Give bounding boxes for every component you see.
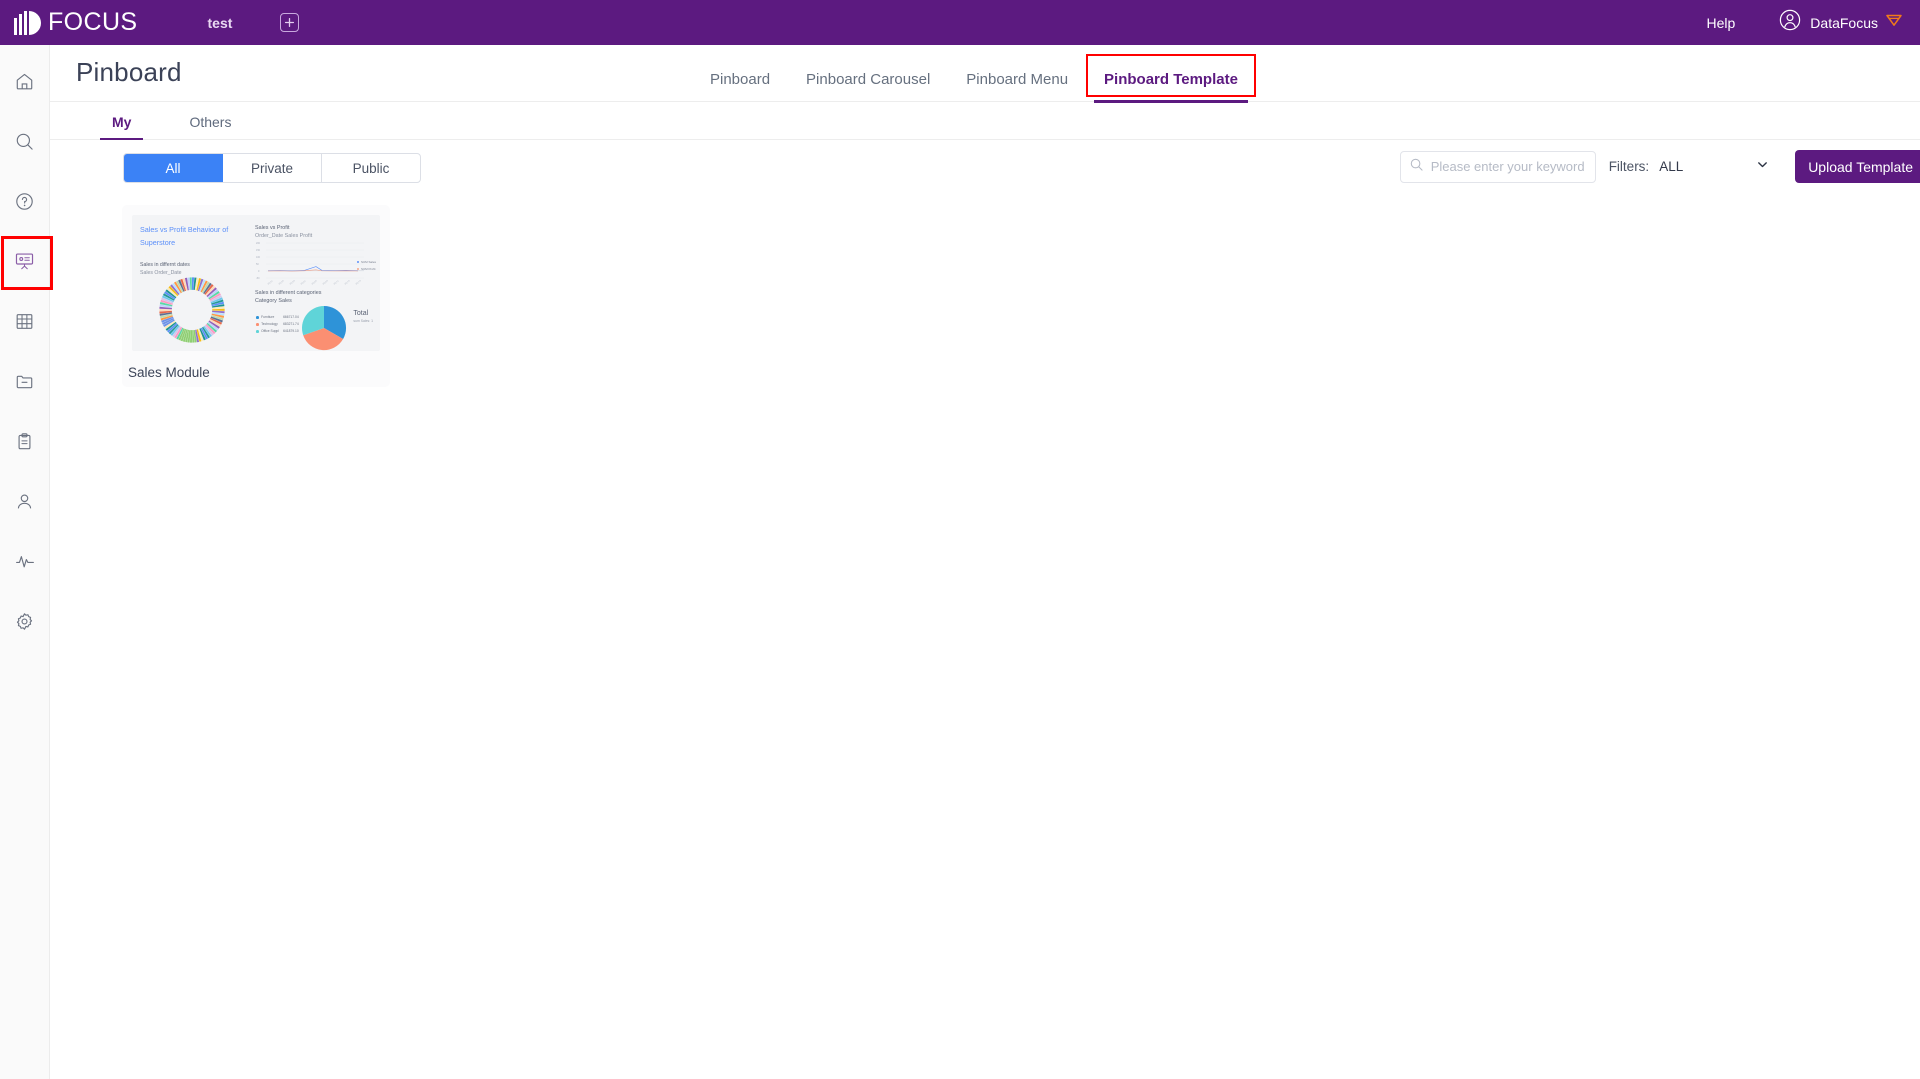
user-name: DataFocus (1810, 14, 1878, 31)
sidebar-item-user[interactable] (3, 479, 47, 523)
brand-logo: FOCUS (14, 0, 138, 45)
page-title: Pinboard (76, 57, 182, 87)
search-input[interactable] (1428, 158, 1586, 175)
tab-pinboard[interactable]: Pinboard (710, 71, 770, 102)
folder-minus-icon (15, 372, 34, 391)
gear-icon (15, 612, 34, 631)
svg-text:2015/9: 2015/9 (289, 280, 296, 286)
activity-pulse-icon (15, 551, 35, 571)
sidebar-item-monitor[interactable] (3, 539, 47, 583)
sidebar-item-settings[interactable] (3, 599, 47, 643)
toolbar-row: All Private Public Filters: ALL (50, 140, 1920, 196)
user-circle-icon (1779, 9, 1801, 36)
pie-chart-legend: Furniture 666717.04 Technology 683271.74 O… (256, 314, 299, 335)
thumb-line-chart-heading: Sales vs Profit Order_Date Sales Profit (255, 225, 313, 240)
sidebar-item-table[interactable] (3, 299, 47, 343)
sidebar-item-pinboard[interactable] (0, 236, 53, 290)
crown-icon (1886, 13, 1902, 32)
segment-private[interactable]: Private (223, 154, 322, 182)
chevron-down-icon (1756, 158, 1769, 176)
user-icon (15, 492, 34, 511)
template-card-title: Sales Module (128, 365, 210, 380)
svg-text:150: 150 (256, 249, 261, 252)
filters-label: Filters: (1608, 159, 1650, 174)
question-circle-icon (15, 192, 34, 211)
svg-text:-50: -50 (256, 277, 260, 280)
left-sidebar (0, 45, 53, 1079)
pie-total-block: Total sum Sales: 1 (353, 310, 373, 323)
svg-text:2015/1: 2015/1 (267, 280, 274, 286)
template-card[interactable]: Sales vs Profit Behaviour of Superstore … (122, 205, 390, 387)
svg-text:2015/5: 2015/5 (278, 280, 285, 286)
donut-chart (159, 277, 225, 343)
search-icon (1410, 158, 1429, 176)
header-right-group: Help DataFocus (1707, 9, 1903, 36)
sidebar-item-help[interactable] (3, 179, 47, 223)
thumb-title: Sales vs Profit Behaviour of Superstore (140, 225, 229, 247)
brand-name: FOCUS (48, 8, 138, 36)
top-header-bar: FOCUS test Help DataFocus (0, 0, 1920, 45)
ownership-subtabs: My Others (50, 102, 1920, 140)
svg-text:100: 100 (256, 256, 261, 259)
svg-text:50: 50 (256, 263, 259, 266)
sidebar-item-home[interactable] (3, 59, 47, 103)
search-icon (15, 132, 34, 151)
focus-logo-icon (14, 10, 43, 35)
svg-text:2017/5: 2017/5 (344, 280, 351, 286)
tab-pinboard-menu[interactable]: Pinboard Menu (966, 71, 1068, 102)
svg-text:2016/5: 2016/5 (311, 280, 318, 286)
svg-text:0: 0 (258, 270, 260, 273)
toolbar-right-group: Filters: ALL Upload Template (1399, 150, 1920, 183)
visibility-segmented-control: All Private Public (123, 153, 421, 183)
page-header-row: Pinboard Pinboard Pinboard Carousel Pinb… (50, 45, 1920, 103)
subtab-my[interactable]: My (99, 114, 145, 140)
filter-select[interactable]: ALL (1659, 151, 1769, 183)
tab-pinboard-template[interactable]: Pinboard Template (1086, 54, 1256, 103)
svg-text:200: 200 (256, 242, 261, 245)
template-card-grid: Sales vs Profit Behaviour of Superstore … (50, 196, 1920, 387)
sidebar-item-search[interactable] (3, 119, 47, 163)
page-tabs: Pinboard Pinboard Carousel Pinboard Menu… (710, 45, 1256, 103)
home-icon (15, 72, 34, 91)
pie-total-sub: sum Sales: 1 (353, 319, 373, 323)
search-box[interactable] (1399, 150, 1596, 183)
main-content: Pinboard Pinboard Pinboard Carousel Pinb… (50, 45, 1920, 1079)
segment-public[interactable]: Public (322, 154, 420, 182)
subtab-others[interactable]: Others (189, 114, 231, 139)
svg-text:2016/1: 2016/1 (300, 280, 307, 286)
segment-all[interactable]: All (124, 154, 223, 182)
sidebar-item-clipboard[interactable] (3, 419, 47, 463)
svg-text:2017/9: 2017/9 (355, 280, 362, 286)
template-thumbnail: Sales vs Profit Behaviour of Superstore … (132, 215, 380, 351)
user-menu[interactable]: DataFocus (1779, 9, 1902, 36)
sidebar-item-folder[interactable] (3, 359, 47, 403)
svg-text:2017/1: 2017/1 (333, 280, 340, 286)
filter-selected-value: ALL (1659, 159, 1684, 174)
help-link[interactable]: Help (1707, 15, 1736, 31)
line-chart-legend: SUM Sales SUM Profit (356, 259, 376, 272)
clipboard-icon (15, 432, 34, 451)
workbook-tab-test[interactable]: test (208, 15, 233, 31)
svg-text:2016/9: 2016/9 (322, 280, 329, 286)
tab-pinboard-carousel[interactable]: Pinboard Carousel (806, 71, 930, 102)
grid-table-icon (15, 312, 34, 331)
plus-square-icon[interactable] (280, 13, 300, 32)
pie-total-label: Total (353, 310, 369, 317)
presentation-board-icon (14, 251, 35, 272)
upload-template-button[interactable]: Upload Template (1795, 150, 1920, 183)
